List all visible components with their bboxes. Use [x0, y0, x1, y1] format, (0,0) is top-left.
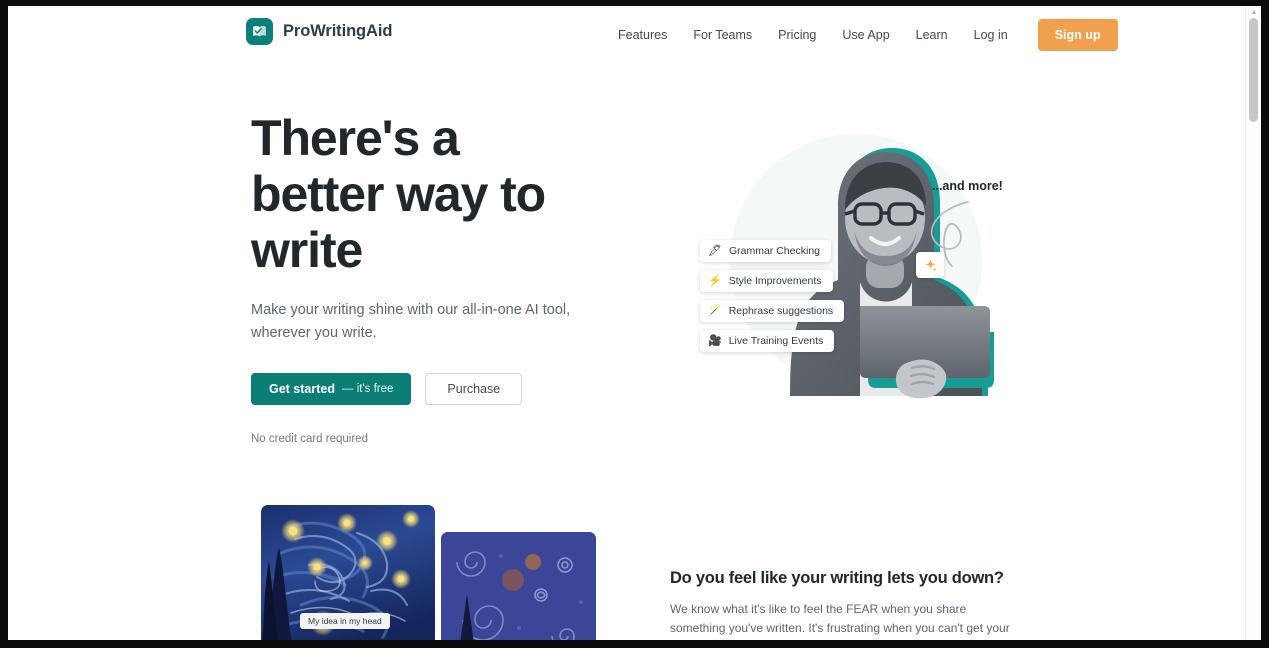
lower-paragraph: We know what it's like to feel the FEAR … [670, 602, 1010, 635]
page-content: ProWritingAid Features For Teams Pricing… [8, 6, 1245, 640]
idea-caption: My idea in my head [300, 613, 390, 629]
nav-item-for-teams[interactable]: For Teams [680, 28, 765, 42]
main-navigation: Features For Teams Pricing Use App Learn… [605, 6, 1118, 63]
video-camera-icon: 🎥 [708, 334, 722, 347]
window-edge-bottom [0, 640, 1269, 648]
site-header: ProWritingAid Features For Teams Pricing… [8, 6, 1245, 63]
feature-pill-label: Grammar Checking [728, 245, 820, 257]
hero-heading: There's a better way to write [251, 110, 546, 278]
window-edge-left [0, 0, 8, 648]
feature-pill-label: Rephrase suggestions [728, 305, 834, 317]
vertical-scrollbar[interactable]: ▲ [1245, 6, 1261, 640]
no-credit-card-note: No credit card required [251, 433, 368, 445]
lower-heading: Do you feel like your writing lets you d… [670, 569, 1004, 587]
get-started-note: — it's free [342, 383, 394, 395]
purchase-button[interactable]: Purchase [425, 373, 523, 405]
hero-cta-group: Get started — it's free Purchase [251, 373, 601, 405]
hero-illustration: 🖋 Grammar Checking ⚡ Style Improvements … [668, 106, 1028, 406]
feature-pill-label: Live Training Events [728, 335, 824, 347]
get-started-label: Get started [269, 382, 335, 396]
window-edge-right [1261, 0, 1269, 648]
hero-subheading: Make your writing shine with our all-in-… [251, 302, 571, 341]
and-more-annotation: ...and more! [932, 179, 1003, 193]
nav-item-log-in[interactable]: Log in [961, 28, 1021, 42]
feather-pen-icon: 🖋 [708, 244, 722, 257]
lightning-bolt-icon: ⚡ [708, 274, 722, 287]
feature-pill-label: Style Improvements [728, 275, 822, 287]
page-frame: ProWritingAid Features For Teams Pricing… [8, 6, 1261, 640]
feature-pill-live-training-events: 🎥 Live Training Events [700, 330, 835, 352]
feature-pill-grammar-checking: 🖋 Grammar Checking [700, 240, 831, 262]
hero-section: There's a better way to write Make your … [251, 110, 601, 445]
lower-text-section: Do you feel like your writing lets you d… [670, 569, 1015, 640]
scrollbar-thumb[interactable] [1249, 18, 1258, 122]
feature-pill-style-improvements: ⚡ Style Improvements [700, 270, 833, 292]
feature-pill-rephrase-suggestions: 🪄 Rephrase suggestions [700, 300, 845, 322]
nav-item-features[interactable]: Features [605, 28, 680, 42]
get-started-button[interactable]: Get started — it's free [251, 373, 412, 405]
sign-up-button[interactable]: Sign up [1037, 18, 1118, 51]
sparkles-icon [916, 252, 944, 278]
reality-card [441, 532, 596, 640]
idea-vs-reality-illustration: My idea in my head [251, 496, 616, 640]
window-edge-top [0, 0, 1269, 6]
nav-item-use-app[interactable]: Use App [829, 28, 902, 42]
nav-item-pricing[interactable]: Pricing [765, 28, 829, 42]
book-check-icon [246, 18, 273, 45]
browser-viewport: ProWritingAid Features For Teams Pricing… [0, 0, 1269, 648]
magic-wand-icon: 🪄 [708, 304, 722, 317]
scroll-up-arrow-icon[interactable]: ▲ [1250, 9, 1258, 17]
brand-name: ProWritingAid [283, 22, 393, 40]
nav-item-learn[interactable]: Learn [903, 28, 961, 42]
brand-logo[interactable]: ProWritingAid [246, 18, 392, 45]
